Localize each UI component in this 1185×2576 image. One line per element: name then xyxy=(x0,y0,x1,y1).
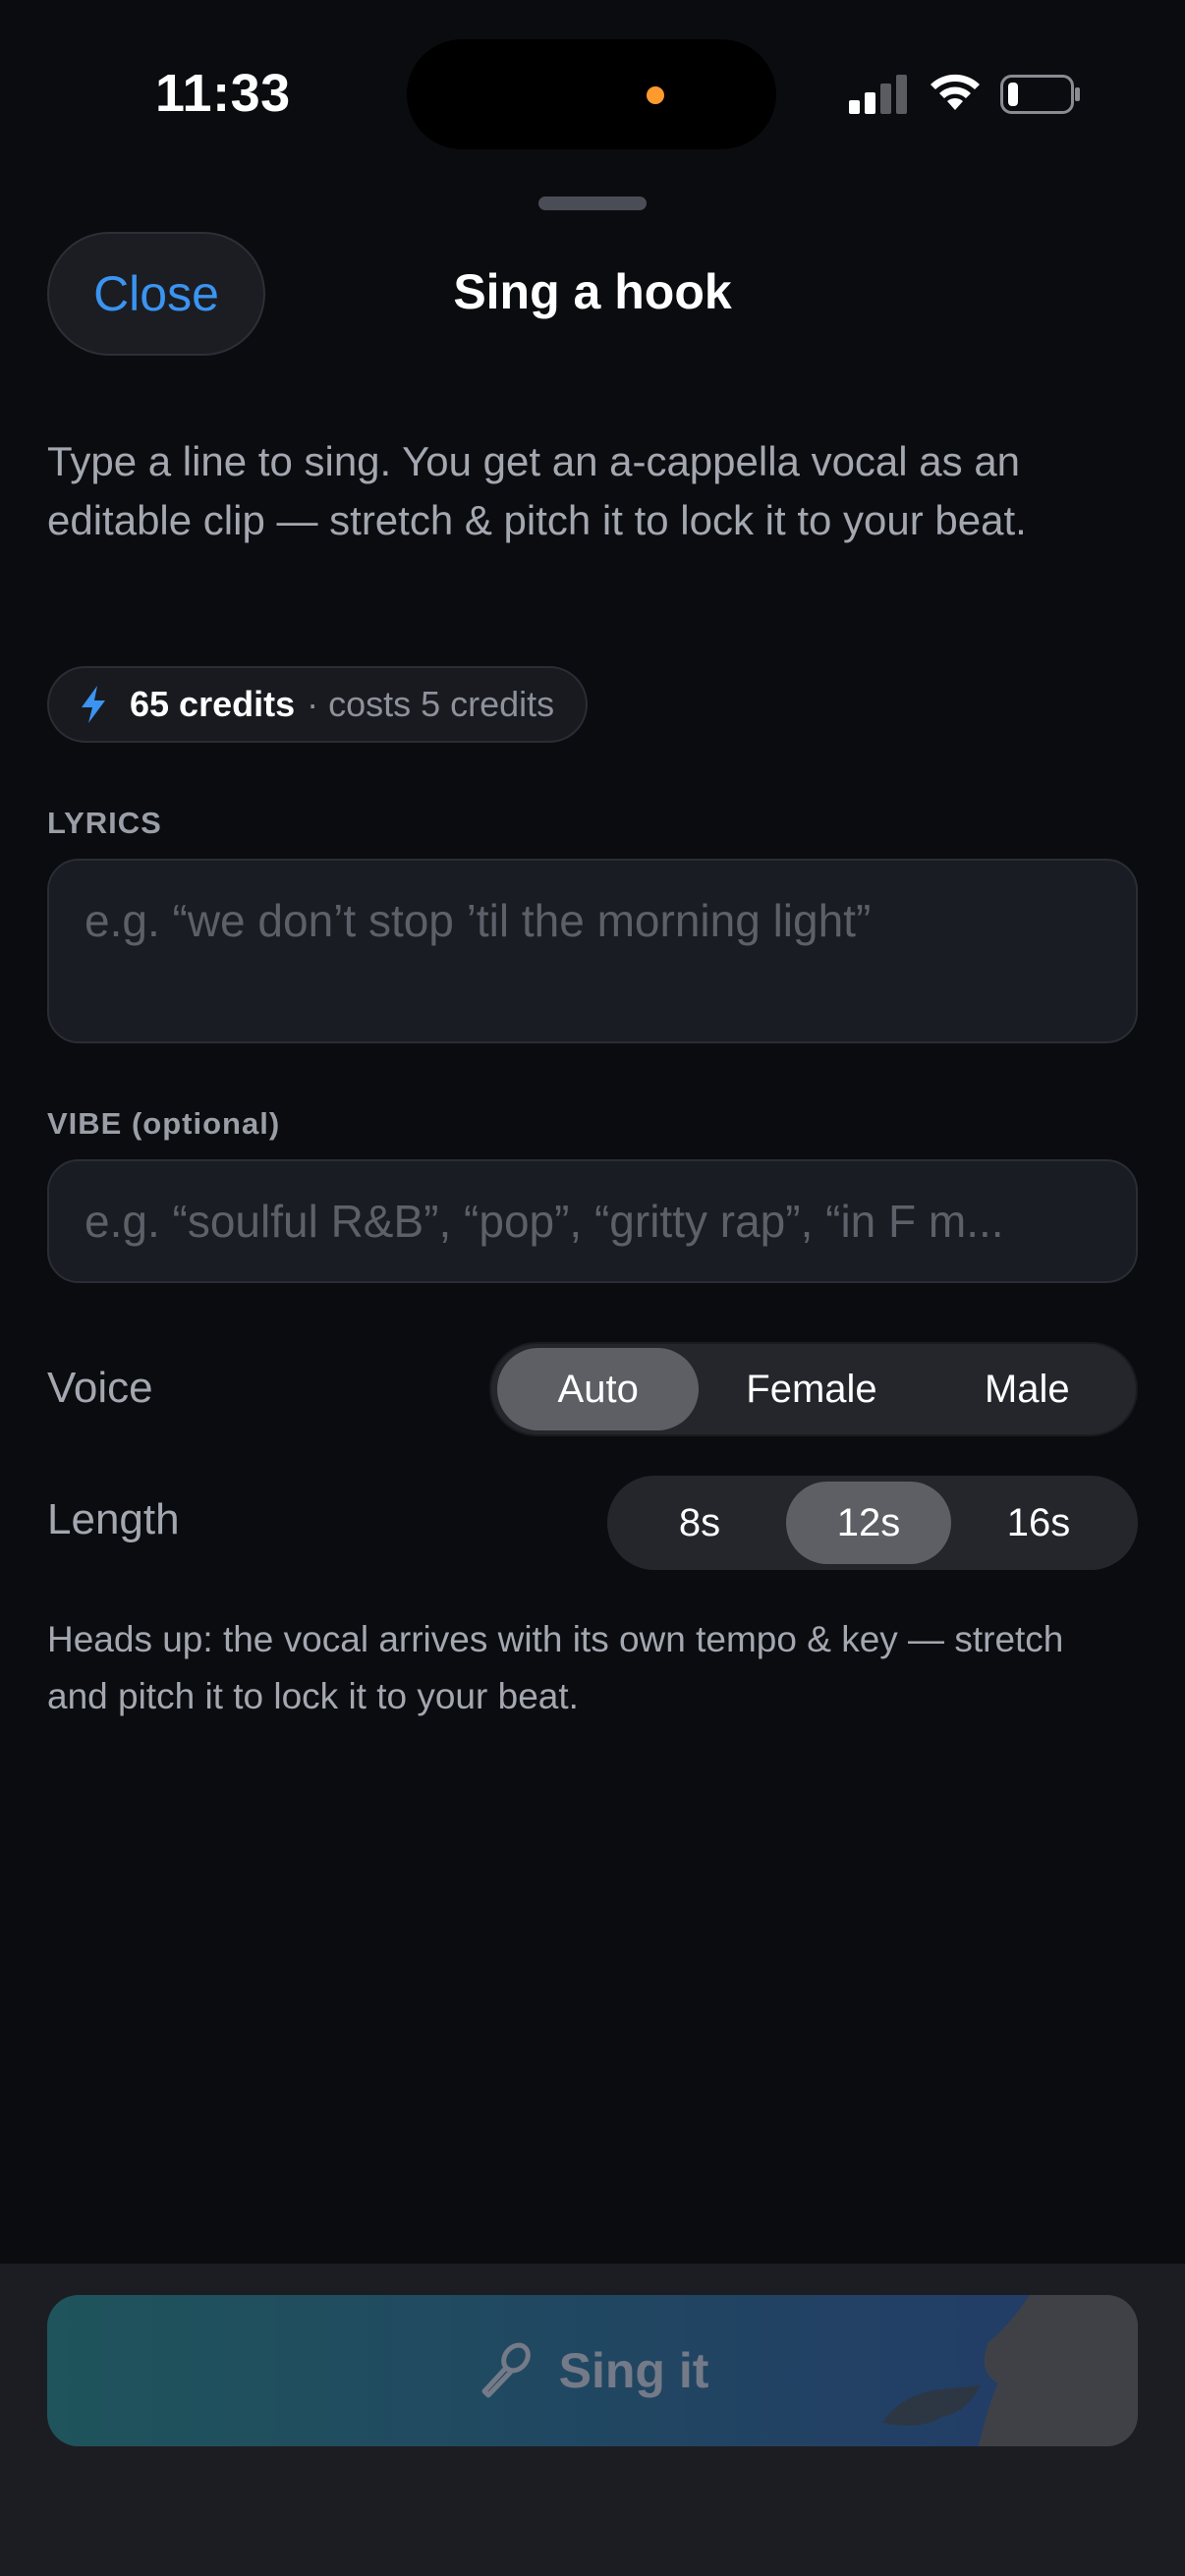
voice-option-male[interactable]: Male xyxy=(925,1348,1130,1430)
vibe-label: VIBE (optional) xyxy=(47,1106,281,1141)
heads-up-note: Heads up: the vocal arrives with its own… xyxy=(47,1619,1064,1716)
sheet-title: Sing a hook xyxy=(453,264,732,319)
lyrics-label: LYRICS xyxy=(47,806,162,840)
sing-it-button[interactable]: Sing it xyxy=(47,2295,1138,2446)
lightning-icon xyxy=(82,686,105,723)
voice-selector: Auto Female Male xyxy=(489,1342,1138,1436)
length-option-16s[interactable]: 16s xyxy=(951,1482,1126,1564)
decorative-blob xyxy=(882,2295,1138,2446)
credits-badge: 65 credits · costs 5 credits xyxy=(47,666,589,743)
sheet-grabber[interactable] xyxy=(538,196,647,210)
microphone-icon xyxy=(481,2342,531,2398)
voice-option-female[interactable]: Female xyxy=(699,1348,924,1430)
length-option-12s[interactable]: 12s xyxy=(786,1482,951,1564)
cellular-signal-icon xyxy=(849,75,907,114)
description-text: Type a line to sing. You get an a-cappel… xyxy=(47,438,1027,543)
battery-icon xyxy=(1000,75,1080,114)
credits-cost: · costs 5 credits xyxy=(307,684,555,724)
wifi-icon xyxy=(931,74,980,110)
length-option-8s[interactable]: 8s xyxy=(613,1482,786,1564)
lyrics-input[interactable]: e.g. “we don’t stop ’til the morning lig… xyxy=(47,859,1138,1043)
voice-option-auto[interactable]: Auto xyxy=(497,1348,700,1430)
privacy-indicator-dot xyxy=(647,86,664,104)
vibe-input[interactable]: e.g. “soulful R&B”, “pop”, “gritty rap”,… xyxy=(47,1159,1138,1283)
status-time: 11:33 xyxy=(155,64,291,123)
credits-balance: 65 credits xyxy=(130,684,296,724)
voice-label: Voice xyxy=(47,1364,153,1412)
length-label: Length xyxy=(47,1495,180,1543)
sing-it-label: Sing it xyxy=(558,2343,709,2398)
length-selector: 8s 12s 16s xyxy=(607,1476,1138,1570)
dynamic-island xyxy=(407,39,776,149)
